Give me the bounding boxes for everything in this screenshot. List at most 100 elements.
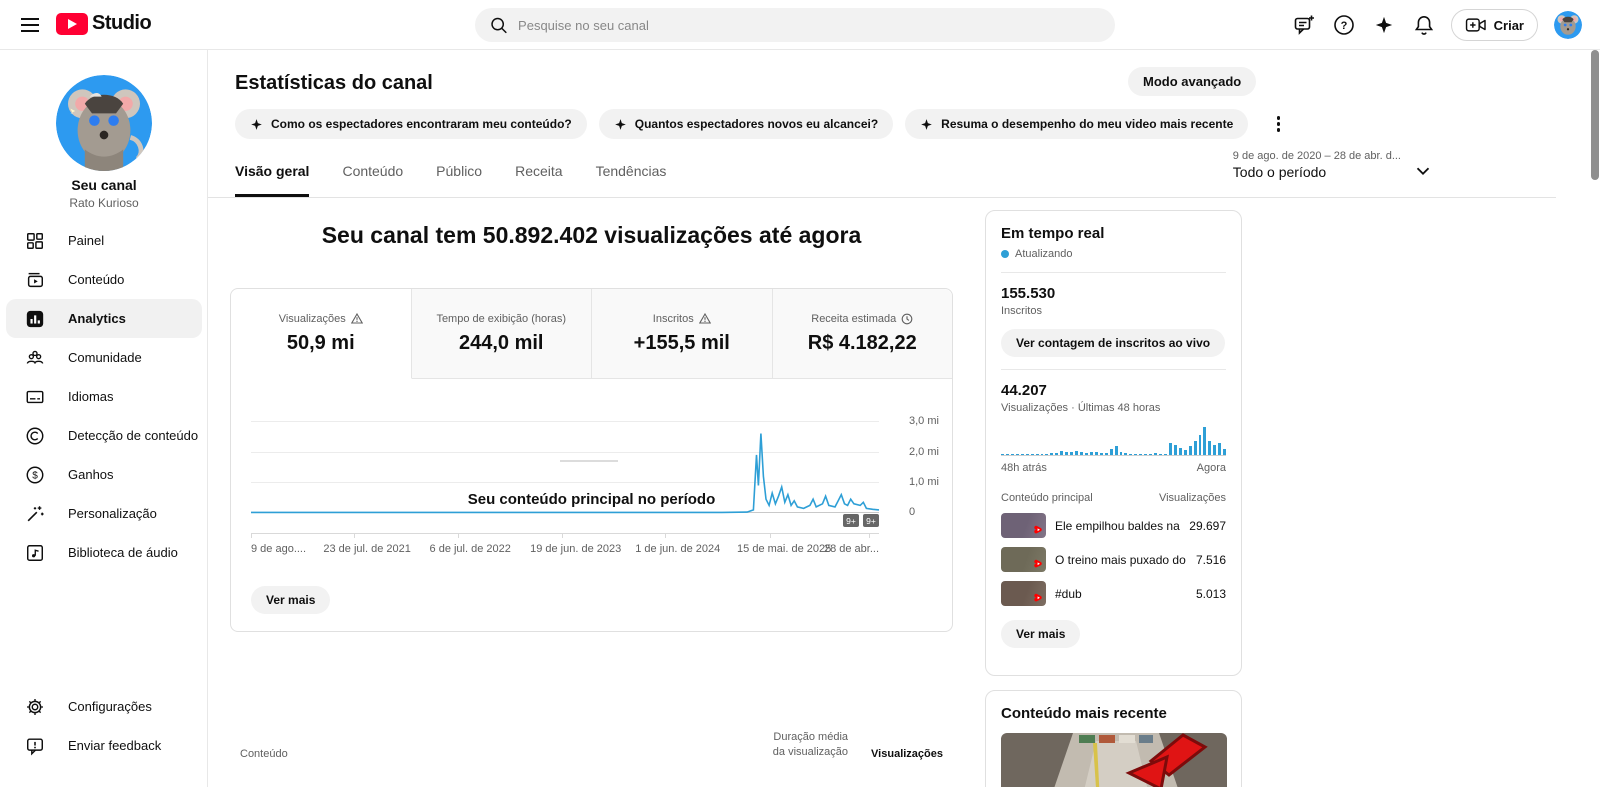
metric-tab-receita-estimada[interactable]: Receita estimada R$ 4.182,22: [772, 289, 952, 379]
column-header-visualizacoes[interactable]: Visualizações: [871, 748, 943, 760]
realtime-content-row[interactable]: Ele empilhou baldes na c... 29.697: [1001, 513, 1226, 538]
y-tick-label: 1,0 mi: [909, 476, 939, 488]
community-icon: [24, 347, 46, 369]
video-title: Ele empilhou baldes na c...: [1055, 518, 1180, 533]
video-thumbnail: [1001, 513, 1046, 538]
page-scrollbar[interactable]: [1590, 50, 1600, 787]
sidebar-item-analytics[interactable]: Analytics: [6, 299, 202, 338]
sidebar-item-idiomas[interactable]: Idiomas: [6, 377, 202, 416]
realtime-bar-chart[interactable]: [1001, 426, 1227, 456]
metric-tab-visualizacoes[interactable]: Visualizações 50,9 mi: [231, 289, 412, 379]
tab-tendencias[interactable]: Tendências: [596, 163, 667, 197]
x-tick-label: 15 de mai. de 2025: [737, 543, 832, 555]
chip-label: Quantos espectadores novos eu alcancei?: [634, 117, 879, 131]
chip-new-viewers-reached[interactable]: Quantos espectadores novos eu alcancei?: [598, 109, 894, 139]
recent-video-thumbnail[interactable]: [1001, 733, 1227, 787]
realtime-bar: [1173, 445, 1177, 455]
realtime-bar: [1055, 453, 1059, 455]
create-button-label: Criar: [1493, 17, 1524, 33]
sidebar-item-conteudo[interactable]: Conteúdo: [6, 260, 202, 299]
channel-avatar[interactable]: [56, 75, 152, 171]
sidebar-item-deteccao-de-conteudo[interactable]: Detecção de conteúdo: [6, 416, 202, 455]
sidebar-item-painel[interactable]: Painel: [6, 221, 202, 260]
realtime-views-label: Visualizações · Últimas 48 horas: [1001, 402, 1161, 414]
sidebar-item-biblioteca-de-audio[interactable]: Biblioteca de áudio: [6, 533, 202, 572]
realtime-bar: [1203, 427, 1207, 455]
copyright-icon: [24, 425, 46, 447]
date-range-selector[interactable]: 9 de ago. de 2020 – 28 de abr. d... Todo…: [1233, 150, 1401, 180]
hamburger-menu-icon[interactable]: [18, 13, 42, 37]
sidebar-item-comunidade[interactable]: Comunidade: [6, 338, 202, 377]
divider: [1001, 369, 1226, 370]
create-button[interactable]: Criar: [1450, 9, 1538, 41]
y-tick-label: 2,0 mi: [909, 446, 939, 458]
tab-conteudo[interactable]: Conteúdo: [342, 163, 403, 197]
realtime-bar: [1070, 452, 1074, 455]
section-divider: [560, 460, 618, 462]
realtime-see-more-button[interactable]: Ver mais: [1001, 620, 1081, 648]
realtime-bar: [1075, 451, 1078, 455]
realtime-status: Atualizando: [1001, 248, 1226, 260]
realtime-bar: [1134, 454, 1138, 455]
video-thumbnail: [1001, 581, 1046, 606]
sidebar-item-personalizacao[interactable]: Personalização: [6, 494, 202, 533]
help-icon[interactable]: ?: [1331, 12, 1357, 38]
metric-tab-inscritos[interactable]: Inscritos +155,5 mil: [592, 289, 773, 379]
chip-latest-video-performance[interactable]: Resuma o desempenho do meu video mais re…: [905, 109, 1249, 139]
tab-visao-geral[interactable]: Visão geral: [235, 163, 310, 197]
realtime-bar: [1025, 454, 1029, 455]
sidebar-item-label: Idiomas: [68, 389, 114, 404]
ai-suggestion-chips: Como os espectadores encontraram meu con…: [235, 109, 1290, 139]
x-axis-line: [251, 533, 879, 538]
realtime-subscribers-label: Inscritos: [1001, 305, 1042, 317]
realtime-bar: [1015, 454, 1019, 455]
sparkle-ai-icon[interactable]: [1371, 12, 1397, 38]
notifications-bell-icon[interactable]: [1411, 12, 1437, 38]
realtime-bar: [1144, 454, 1148, 455]
realtime-content-row[interactable]: #dub 5.013: [1001, 581, 1226, 606]
realtime-bar: [1163, 454, 1167, 455]
feedback-comment-icon[interactable]: [1291, 12, 1317, 38]
realtime-bar: [1001, 454, 1004, 455]
overflow-badge[interactable]: 9+: [863, 514, 879, 527]
tab-publico[interactable]: Público: [436, 163, 482, 197]
topbar: Studio ? Criar: [0, 0, 1600, 50]
scrollbar-thumb[interactable]: [1591, 50, 1599, 180]
warning-icon: [350, 313, 363, 324]
search-input[interactable]: [518, 17, 1101, 33]
overflow-badge[interactable]: 9+: [843, 514, 859, 527]
live-subscriber-count-button[interactable]: Ver contagem de inscritos ao vivo: [1001, 329, 1226, 357]
channel-search-bar[interactable]: [475, 8, 1115, 42]
sidebar-item-enviar-feedback[interactable]: Enviar feedback: [6, 726, 202, 765]
sidebar-item-ganhos[interactable]: $ Ganhos: [6, 455, 202, 494]
sidebar-item-label: Ganhos: [68, 467, 114, 482]
overview-see-more-button[interactable]: Ver mais: [251, 586, 331, 614]
sidebar-item-label: Detecção de conteúdo: [68, 428, 199, 443]
realtime-bar: [1198, 435, 1202, 455]
shorts-icon: [1034, 593, 1042, 602]
youtube-studio-logo[interactable]: Studio: [56, 12, 152, 35]
realtime-bar: [1094, 452, 1098, 455]
chip-how-viewers-found[interactable]: Como os espectadores encontraram meu con…: [235, 109, 587, 139]
realtime-bar: [1020, 454, 1024, 455]
sidebar-item-configuracoes[interactable]: Configurações: [6, 687, 202, 726]
advanced-mode-button[interactable]: Modo avançado: [1128, 67, 1257, 96]
column-header-conteudo[interactable]: Conteúdo: [240, 748, 288, 760]
realtime-bar: [1040, 454, 1044, 455]
realtime-status-label: Atualizando: [1015, 248, 1073, 260]
dashboard-icon: [24, 230, 46, 252]
chevron-down-icon[interactable]: [1412, 160, 1434, 182]
realtime-bar: [1168, 443, 1172, 455]
realtime-bar: [1045, 454, 1049, 455]
column-header-duracao-media[interactable]: Duração média da visualização: [773, 730, 848, 760]
metric-value: 50,9 mi: [286, 331, 355, 354]
top-content-table-header: Conteúdo Duração média da visualização V…: [240, 730, 943, 760]
realtime-content-row[interactable]: O treino mais puxado do ... 7.516: [1001, 547, 1226, 572]
warning-icon: [698, 313, 711, 324]
chips-overflow-kebab-icon[interactable]: [1266, 112, 1290, 136]
realtime-bar: [1149, 454, 1153, 455]
metric-tab-tempo-de-exibicao[interactable]: Tempo de exibição (horas) 244,0 mil: [411, 289, 592, 379]
tab-receita[interactable]: Receita: [515, 163, 562, 197]
audio-library-icon: [24, 542, 46, 564]
account-avatar[interactable]: [1554, 11, 1582, 39]
